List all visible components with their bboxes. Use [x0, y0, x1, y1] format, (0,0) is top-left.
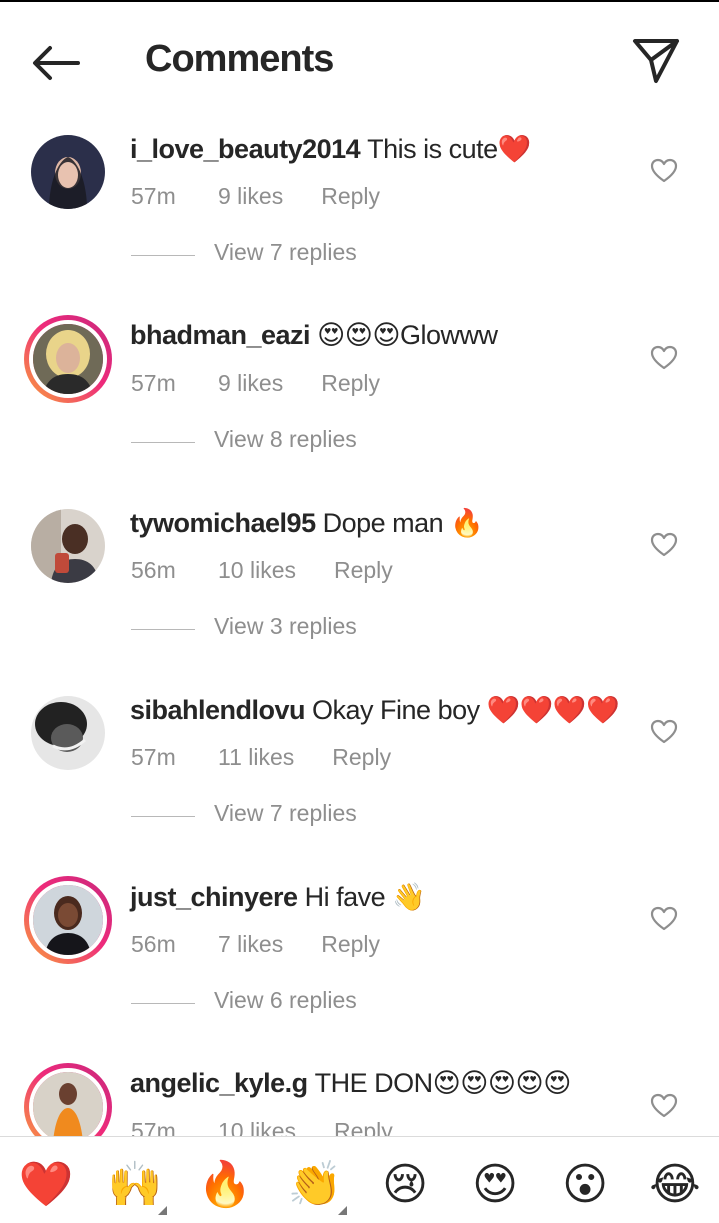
comment-username[interactable]: just_chinyere [130, 882, 298, 912]
comment-item: i_love_beauty2014 This is cute❤️ 57m 9 lik… [0, 117, 719, 304]
replies-divider [131, 629, 195, 630]
view-replies-label: View 8 replies [214, 426, 357, 452]
back-arrow-icon [33, 46, 80, 80]
header: Comments [0, 2, 719, 112]
comment-likes[interactable]: 9 likes [218, 370, 283, 397]
comment-time: 56m [131, 931, 176, 957]
comment-username[interactable]: i_love_beauty2014 [130, 134, 361, 164]
like-button[interactable] [650, 1092, 678, 1120]
replies-divider [131, 1003, 195, 1004]
surprised-face-icon[interactable]: 😮 [555, 1159, 615, 1211]
comment-text: Dope man 🔥 [322, 508, 484, 538]
comment-time: 56m [131, 557, 176, 583]
reply-button[interactable]: Reply [334, 557, 393, 584]
heart-outline-icon [650, 1093, 678, 1118]
view-replies-label: View 3 replies [214, 613, 357, 639]
comment-username[interactable]: tywomichael95 [130, 508, 316, 538]
comment-time: 57m [131, 1118, 176, 1136]
like-button[interactable] [650, 531, 678, 559]
avatar[interactable] [31, 135, 105, 209]
comment-text: Okay Fine boy ❤️❤️❤️❤️ [312, 695, 620, 725]
comment-text: 😍😍😍Glowww [317, 320, 498, 350]
comment-item: tywomichael95 Dope man 🔥 56m 10 likes Reply… [0, 491, 719, 678]
like-button[interactable] [650, 905, 678, 933]
comment-time: 57m [131, 370, 176, 396]
comment-text: This is cute❤️ [367, 134, 531, 164]
page-title: Comments [145, 38, 334, 80]
heart-outline-icon [650, 719, 678, 744]
replies-divider [131, 255, 195, 256]
like-button[interactable] [650, 157, 678, 185]
comment-username[interactable]: bhadman_eazi [130, 320, 311, 350]
heart-outline-icon [650, 345, 678, 370]
comment-time: 57m [131, 744, 176, 770]
emoji-reaction-bar: ❤️ 🙌 🔥 👏 😢 😍 😮 😂 [0, 1136, 719, 1223]
heart-eyes-icon[interactable]: 😍 [465, 1159, 525, 1211]
raising-hands-icon[interactable]: 🙌 [105, 1159, 167, 1215]
reply-button[interactable]: Reply [321, 370, 380, 397]
comment-time: 57m [131, 183, 176, 209]
reply-button[interactable]: Reply [321, 931, 380, 958]
view-replies-label: View 7 replies [214, 239, 357, 265]
reply-button[interactable]: Reply [332, 744, 391, 771]
avatar[interactable] [24, 1063, 112, 1136]
clapping-hands-icon[interactable]: 👏 [285, 1159, 347, 1215]
view-replies-label: View 6 replies [214, 987, 357, 1013]
skin-tone-indicator [158, 1206, 167, 1215]
avatar[interactable] [31, 696, 105, 770]
replies-divider [131, 816, 195, 817]
red-heart-icon[interactable]: ❤️ [16, 1159, 76, 1211]
heart-outline-icon [650, 158, 678, 183]
comment-item: bhadman_eazi 😍😍😍Glowww 57m 9 likes Reply Vi… [0, 304, 719, 491]
avatar[interactable] [24, 876, 112, 964]
back-button[interactable] [28, 42, 84, 84]
comment-likes[interactable]: 9 likes [218, 183, 283, 210]
replies-divider [131, 442, 195, 443]
comment-item: sibahlendlovu Okay Fine boy ❤️❤️❤️❤️ 57m 1… [0, 678, 719, 865]
comment-item: angelic_kyle.g THE DON😍😍😍😍😍 57m 10 likes Re… [0, 1052, 719, 1136]
comment-likes[interactable]: 7 likes [218, 931, 283, 958]
comment-likes[interactable]: 10 likes [218, 1118, 296, 1136]
comment-username[interactable]: sibahlendlovu [130, 695, 306, 725]
tears-of-joy-icon[interactable]: 😂 [645, 1159, 705, 1211]
comment-likes[interactable]: 10 likes [218, 557, 296, 584]
reply-button[interactable]: Reply [321, 183, 380, 210]
avatar[interactable] [24, 315, 112, 403]
comment-item: just_chinyere Hi fave 👋 56m 7 likes Reply V… [0, 865, 719, 1052]
heart-outline-icon [650, 532, 678, 557]
share-button[interactable] [630, 36, 682, 86]
reply-button[interactable]: Reply [334, 1118, 393, 1136]
avatar[interactable] [31, 509, 105, 583]
fire-icon[interactable]: 🔥 [195, 1159, 255, 1211]
skin-tone-indicator [338, 1206, 347, 1215]
comment-likes[interactable]: 11 likes [218, 744, 294, 771]
heart-outline-icon [650, 906, 678, 931]
like-button[interactable] [650, 344, 678, 372]
clapping-hands-glyph: 👏 [287, 1160, 343, 1209]
comment-text: THE DON😍😍😍😍😍 [314, 1068, 572, 1098]
view-replies-label: View 7 replies [214, 800, 357, 826]
comment-username[interactable]: angelic_kyle.g [130, 1068, 308, 1098]
crying-face-icon[interactable]: 😢 [375, 1159, 435, 1211]
raising-hands-glyph: 🙌 [107, 1160, 163, 1209]
comment-text: Hi fave 👋 [304, 882, 426, 912]
like-button[interactable] [650, 718, 678, 746]
paper-plane-icon [633, 39, 679, 83]
